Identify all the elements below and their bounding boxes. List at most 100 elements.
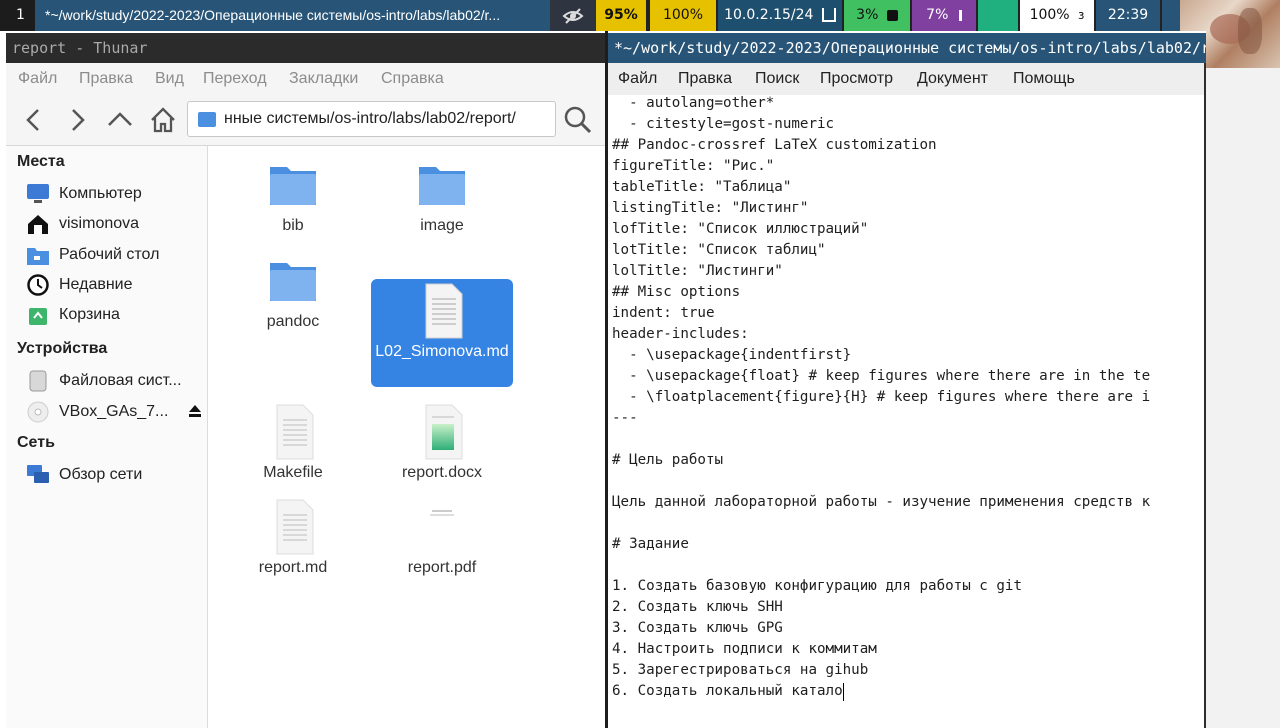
file-item-report-docx[interactable]: report.docx	[371, 396, 513, 504]
editor-line: - \usepackage{indentfirst}	[612, 347, 852, 363]
menu-view[interactable]: Просмотр	[820, 63, 893, 95]
file-item-report-pdf[interactable]: report.pdf	[371, 491, 513, 599]
file-name: report.pdf	[407, 559, 477, 576]
editor-line: - \floatplacement{figure}{H} # keep figu…	[612, 389, 1151, 405]
menu-go[interactable]: Переход	[203, 63, 267, 95]
sidebar-item-label: Рабочий стол	[59, 246, 160, 263]
brightness-icon: з	[1078, 8, 1085, 22]
memory-indicator[interactable]: 7%	[912, 0, 976, 31]
file-name: Makefile	[263, 464, 323, 481]
editor-line: 6. Создать локальный катало	[612, 683, 843, 699]
folder-icon	[419, 167, 465, 205]
menu-file[interactable]: Файл	[618, 63, 657, 95]
sidebar-item-trash[interactable]: Корзина	[26, 301, 202, 329]
text-file-icon	[276, 499, 314, 555]
hidden-eye-icon[interactable]	[550, 0, 596, 31]
sidebar-item-computer[interactable]: Компьютер	[26, 180, 202, 208]
volume-indicator[interactable]: 100%	[648, 0, 716, 31]
file-item-report-md[interactable]: report.md	[222, 491, 364, 599]
network-ip-indicator[interactable]: 10.0.2.15/24	[718, 0, 842, 31]
file-item-bib[interactable]: bib	[222, 149, 364, 257]
cpu-text: 3%	[856, 7, 879, 23]
editor-line: lofTitle: "Список иллюстраций"	[612, 221, 869, 237]
ip-text: 10.0.2.15/24	[724, 7, 814, 23]
memory-text: 7%	[926, 7, 949, 23]
file-manager-window: report - Thunar Файл Правка Вид Переход …	[6, 31, 605, 728]
network-icon	[821, 8, 836, 22]
cd-icon	[27, 401, 49, 423]
menu-help[interactable]: Помощь	[1013, 63, 1075, 95]
file-name: L02_Simonova.md	[375, 343, 509, 360]
file-item-makefile[interactable]: Makefile	[222, 396, 364, 504]
editor-line: ## Pandoc-crossref LaTeX customization	[612, 137, 937, 153]
editor-line: lolTitle: "Листинги"	[612, 263, 783, 279]
pdf-preview-icon	[430, 510, 454, 516]
menu-edit[interactable]: Правка	[678, 63, 732, 95]
editor-line: ---	[612, 410, 638, 426]
sidebar-item-label: Корзина	[59, 306, 120, 323]
sidebar-item-label: Компьютер	[59, 185, 142, 202]
text-area[interactable]: - autolang=other* - citestyle=gost-numer…	[612, 96, 1206, 728]
editor-line: 4. Настроить подписи к коммитам	[612, 641, 877, 657]
editor-line: ## Misc options	[612, 284, 741, 300]
folder-icon	[270, 263, 316, 301]
brightness-indicator[interactable]: 100% з	[1020, 0, 1094, 31]
menu-document[interactable]: Документ	[917, 63, 988, 95]
sidebar-item-recent[interactable]: Недавние	[26, 271, 202, 299]
menu-search[interactable]: Поиск	[755, 63, 799, 95]
sidebar-item-label: Недавние	[59, 276, 133, 293]
workspace-button[interactable]: 1	[0, 0, 35, 31]
editor-line: 3. Создать ключь GPG	[612, 620, 783, 636]
menu-bar: Файл Правка Поиск Просмотр Документ Помо…	[608, 63, 1206, 95]
sidebar: Места Компьютер visimonova Рабочий стол …	[6, 146, 208, 728]
trash-icon	[29, 308, 47, 325]
menu-edit[interactable]: Правка	[79, 63, 133, 95]
menu-help[interactable]: Справка	[381, 63, 444, 95]
editor-line: - citestyle=gost-numeric	[612, 116, 835, 132]
forward-icon[interactable]	[61, 104, 93, 136]
home-icon	[28, 215, 48, 234]
file-name: bib	[282, 217, 304, 234]
editor-line: tableTitle: "Таблица"	[612, 179, 792, 195]
menu-file[interactable]: Файл	[18, 63, 57, 95]
location-bar[interactable]: нные системы/os-intro/labs/lab02/report/	[187, 101, 556, 137]
file-item-image[interactable]: image	[371, 149, 513, 257]
tray-area[interactable]	[1162, 0, 1180, 31]
sidebar-header-network: Сеть	[17, 434, 55, 451]
location-text[interactable]: нные системы/os-intro/labs/lab02/report/	[224, 102, 552, 136]
search-icon[interactable]	[562, 104, 594, 136]
back-icon[interactable]	[18, 104, 50, 136]
drive-icon	[29, 370, 47, 392]
text-cursor	[843, 683, 844, 701]
eject-icon[interactable]	[188, 404, 202, 418]
sidebar-item-network[interactable]: Обзор сети	[26, 461, 202, 489]
menu-view[interactable]: Вид	[155, 63, 184, 95]
file-item-pandoc[interactable]: pandoc	[222, 245, 364, 353]
editor-line: lotTitle: "Список таблиц"	[612, 242, 826, 258]
memory-icon	[958, 9, 962, 21]
window-titlebar[interactable]: report - Thunar	[6, 33, 605, 63]
editor-line: 5. Зарегестрироваться на gihub	[612, 662, 869, 678]
sidebar-item-label: Обзор сети	[59, 466, 143, 483]
toolbar: нные системы/os-intro/labs/lab02/report/	[6, 95, 605, 146]
file-name: report.docx	[401, 464, 483, 481]
menu-bookmarks[interactable]: Закладки	[289, 63, 358, 95]
sidebar-item-filesystem[interactable]: Файловая сист...	[26, 367, 202, 395]
status-block	[978, 0, 1018, 31]
home-icon[interactable]	[147, 104, 179, 136]
editor-line: Цель данной лабораторной работы - изучен…	[612, 494, 1151, 510]
clock[interactable]: 22:39	[1096, 0, 1160, 31]
sidebar-item-vbox-cd[interactable]: VBox_GAs_7....	[26, 398, 202, 426]
sidebar-item-desktop[interactable]: Рабочий стол	[26, 241, 202, 269]
window-titlebar[interactable]: *~/work/study/2022-2023/Операционные сис…	[608, 33, 1206, 63]
up-icon[interactable]	[104, 104, 136, 136]
chip-icon	[886, 9, 898, 21]
file-item-l02-simonova[interactable]: L02_Simonova.md	[371, 279, 513, 387]
network-icon	[27, 465, 49, 483]
battery-indicator[interactable]: 95%	[596, 0, 646, 31]
editor-line: # Цель работы	[612, 452, 724, 468]
sidebar-item-home[interactable]: visimonova	[26, 210, 202, 238]
cpu-indicator[interactable]: 3%	[844, 0, 910, 31]
menu-bar: Файл Правка Вид Переход Закладки Справка	[6, 63, 605, 95]
sidebar-item-label: VBox_GAs_7....	[59, 403, 169, 420]
